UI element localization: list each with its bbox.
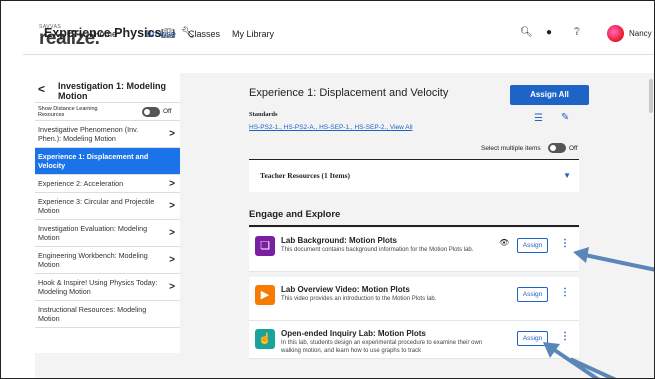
card-title[interactable]: Lab Background: Motion Plots — [281, 236, 397, 245]
distance-learning-label: Show Distance Learning Resources — [38, 106, 98, 118]
edit-icon[interactable]: ✎ — [561, 112, 569, 123]
sidebar-header: < Investigation 1: Modeling Motion — [35, 76, 180, 103]
book-icon[interactable]: 📖︎ — [161, 27, 175, 40]
sidebar-item[interactable]: Hook & Inspire! Using Physics Today: Mod… — [35, 274, 180, 301]
sidebar-item[interactable]: Experience 3: Circular and Projectile Mo… — [35, 193, 180, 220]
sidebar-items: Investigative Phenomenon (Inv. Phen.): M… — [35, 121, 180, 328]
sidebar-item-label: Engineering Workbench: Modeling Motion — [38, 251, 148, 269]
arrow-top-line — [584, 253, 654, 272]
assign-button[interactable]: Assign — [517, 238, 548, 253]
sidebar-item[interactable]: Experience 1: Displacement and Velocity — [35, 148, 180, 175]
filter-icon[interactable]: ☰ — [534, 113, 543, 124]
chevron-right-icon: > — [169, 128, 175, 140]
resource-card[interactable]: ☝ Open-ended Inquiry Lab: Motion Plots I… — [249, 321, 579, 359]
back-chevron-icon[interactable]: < — [38, 82, 45, 96]
select-multiple-state: Off — [569, 145, 578, 152]
sidebar-item-label: Experience 1: Displacement and Velocity — [38, 152, 149, 170]
hand-icon: ☝ — [255, 329, 275, 349]
course-title: Experience Physics — [44, 26, 162, 40]
sidebar-item-label: Experience 2: Acceleration — [38, 179, 124, 188]
resource-card[interactable]: ▶ Lab Overview Video: Motion Plots This … — [249, 277, 579, 321]
section-divider — [249, 225, 579, 227]
eye-slash-icon[interactable]: 👁︎ — [499, 238, 509, 247]
user-name[interactable]: Nancy — [629, 29, 652, 38]
sidebar-item-label: Investigation Evaluation: Modeling Motio… — [38, 224, 148, 242]
card-description: This document contains background inform… — [281, 247, 474, 253]
app-window: SAVVAS realize. Home Browse Classes My L… — [0, 0, 655, 379]
avatar[interactable] — [607, 25, 624, 42]
chevron-right-icon: > — [169, 227, 175, 239]
more-options-icon[interactable]: ⋮ — [560, 238, 570, 249]
sidebar-item-label: Instructional Resources: Modeling Motion — [38, 305, 147, 323]
card-description: This video provides an introduction to t… — [281, 296, 437, 302]
standards-label: Standards — [249, 111, 278, 118]
card-title[interactable]: Open-ended Inquiry Lab: Motion Plots — [281, 329, 426, 338]
sidebar-item-label: Hook & Inspire! Using Physics Today: Mod… — [38, 278, 158, 296]
section-title: Engage and Explore — [249, 209, 341, 220]
select-multiple-toggle[interactable] — [548, 143, 566, 153]
wrench-icon[interactable]: 🔧︎ — [181, 26, 195, 39]
bell-icon[interactable]: ● — [546, 27, 552, 38]
arrow-top-head — [573, 247, 589, 263]
assign-button[interactable]: Assign — [517, 287, 548, 302]
search-icon[interactable]: 🔍︎ — [520, 27, 533, 38]
sidebar-item[interactable]: Engineering Workbench: Modeling Motion > — [35, 247, 180, 274]
chevron-right-icon: > — [169, 178, 175, 189]
resource-card[interactable]: ❏ Lab Background: Motion Plots This docu… — [249, 228, 579, 272]
standards-links[interactable]: HS-PS2-1., HS-PS2-A., HS-SEP-1., HS-SEP-… — [249, 124, 413, 131]
distance-learning-row: Show Distance Learning Resources Off — [35, 103, 180, 121]
scrollbar[interactable] — [649, 79, 653, 113]
play-icon: ▶ — [255, 285, 275, 305]
sidebar-item-label: Experience 3: Circular and Projectile Mo… — [38, 197, 155, 215]
card-title[interactable]: Lab Overview Video: Motion Plots — [281, 285, 410, 294]
distance-learning-toggle[interactable] — [142, 107, 160, 117]
teacher-resources-label: Teacher Resources (1 Items) — [260, 171, 351, 180]
sidebar: < Investigation 1: Modeling Motion Show … — [35, 76, 180, 353]
chevron-right-icon: > — [169, 254, 175, 266]
teacher-resources-panel[interactable]: Teacher Resources (1 Items) ▼ — [249, 159, 579, 192]
arrow-bottom-shaft — [551, 347, 600, 378]
caret-down-icon[interactable]: ▼ — [563, 171, 571, 180]
distance-learning-state: Off — [163, 108, 172, 115]
sidebar-title: Investigation 1: Modeling Motion — [58, 81, 167, 101]
sidebar-footer — [35, 353, 180, 378]
sidebar-item-label: Investigative Phenomenon (Inv. Phen.): M… — [38, 125, 139, 143]
select-multiple-label: Select multiple items — [481, 145, 541, 152]
nav-my-library[interactable]: My Library — [232, 29, 274, 39]
page-title: Experience 1: Displacement and Velocity — [249, 87, 449, 99]
document-icon: ❏ — [255, 236, 275, 256]
sidebar-item[interactable]: Instructional Resources: Modeling Motion — [35, 301, 180, 328]
chevron-right-icon: > — [169, 200, 175, 212]
assign-all-button[interactable]: Assign All — [510, 85, 589, 105]
card-description: In this lab, students design an experime… — [281, 340, 483, 354]
more-options-icon[interactable]: ⋮ — [560, 287, 570, 298]
chevron-right-icon: > — [169, 281, 175, 293]
sidebar-item[interactable]: Investigative Phenomenon (Inv. Phen.): M… — [35, 121, 180, 148]
help-icon[interactable]: ❔︎ — [574, 27, 580, 38]
sidebar-item[interactable]: Experience 2: Acceleration > — [35, 175, 180, 193]
annotation-arrow-bottom — [543, 342, 600, 378]
sidebar-item[interactable]: Investigation Evaluation: Modeling Motio… — [35, 220, 180, 247]
